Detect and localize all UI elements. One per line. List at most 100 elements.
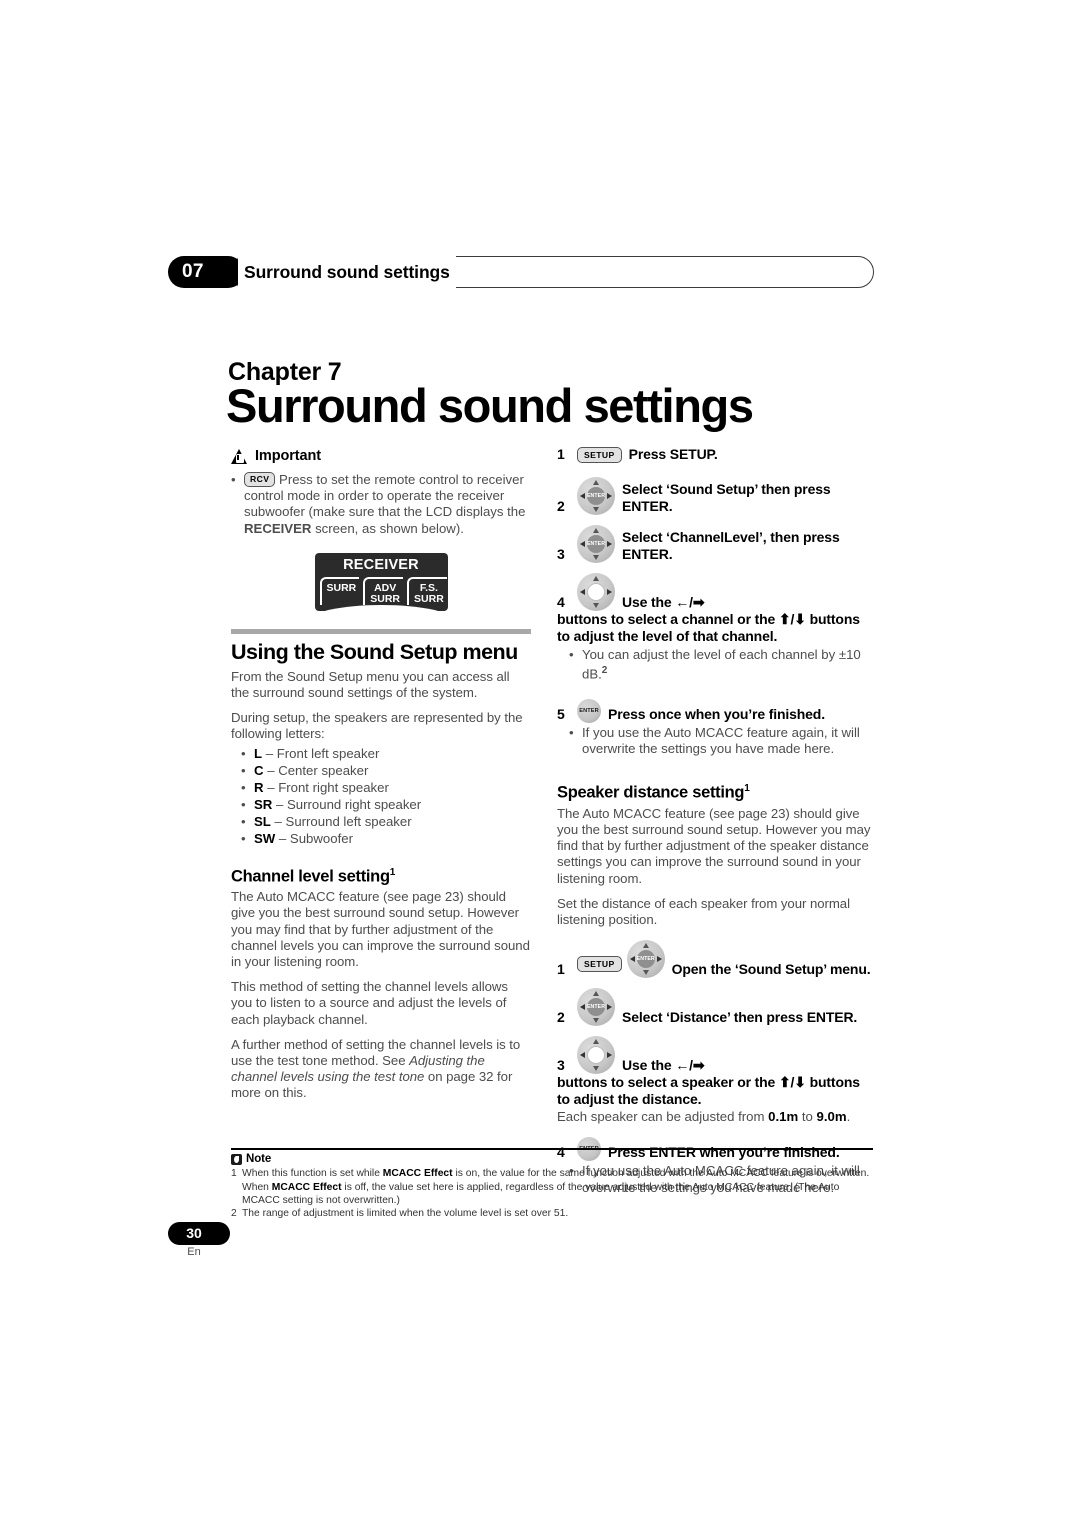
step-icon-group: ENTER (577, 525, 615, 563)
enter-hub-label: ENTER (587, 487, 605, 505)
step-text: Use the ←/➡ (622, 594, 705, 611)
list-item: • C – Center speaker (241, 762, 369, 778)
list-item: • L – Front left speaker (241, 745, 380, 761)
nav-pad-enter-icon: ENTER (577, 477, 615, 515)
sound-setup-para-2: During setup, the speakers are represent… (231, 710, 523, 742)
note-heading: Note (231, 1153, 873, 1165)
note-label: Note (246, 1153, 272, 1166)
speaker-letter-list: • L – Front left speaker • C – Center spea… (231, 745, 531, 847)
list-item: • SW – Subwoofer (241, 830, 353, 846)
lcd-tab-row: SURR ADV SURR F.S. SURR (319, 576, 447, 605)
step-text-continued: buttons to select a channel or the ⬆/⬇ b… (557, 611, 873, 645)
speaker-distance-heading: Speaker distance setting1 (557, 779, 873, 803)
lcd-tab-adv-surr: ADV SURR (363, 576, 404, 605)
step-icon-group: ENTER (577, 477, 615, 515)
channel-level-heading-text: Channel level setting (231, 867, 390, 886)
step-text-b: buttons to select a speaker or the (557, 1074, 779, 1091)
arrow-left-icon: ← (675, 594, 690, 610)
footnote-ref-1: 1 (389, 866, 396, 878)
setup-key-icon: SETUP (577, 447, 622, 463)
speaker-code: SR (254, 796, 273, 812)
distance-note-a: Each speaker can be adjusted from (557, 1109, 769, 1125)
bullet-marker: • (231, 472, 236, 487)
enter-hub-label: ENTER (587, 535, 605, 553)
step-number: 5 (557, 705, 565, 722)
speaker-desc: – Subwoofer (275, 830, 353, 846)
lcd-tab-surr-label: SURR (326, 581, 357, 594)
step-distance-2: 2 ENTER Select ‘Distance’ then press ENT… (557, 988, 873, 1027)
footnotes-divider (231, 1148, 873, 1151)
footnote-item-2: 2 The range of adjustment is limited whe… (231, 1207, 873, 1220)
speaker-code: SW (254, 830, 276, 846)
important-heading: Important (231, 446, 531, 464)
step-text: Select ‘Distance’ then press ENTER. (622, 1009, 858, 1026)
footnote-item-1: 1 When this function is set while MCACC … (231, 1167, 873, 1207)
step-distance-1: 1 SETUP ENTER Open the ‘Sound Setup’ men… (557, 940, 873, 979)
speaker-desc: – Surround right speaker (272, 796, 422, 812)
distance-note-mid: to (798, 1109, 817, 1125)
lcd-tab-adv-line2: SURR (370, 592, 401, 605)
step-number: 1 (557, 446, 565, 462)
step-number: 3 (557, 1057, 565, 1074)
arrow-up-icon: ⬆ (778, 1074, 791, 1091)
channel-level-section: Channel level setting1 The Auto MCACC fe… (231, 863, 531, 1102)
left-column: Important • RCV Press to set the remote … (231, 446, 531, 1111)
distance-range-note: Each speaker can be adjusted from 0.1m t… (557, 1109, 873, 1125)
step-channel-1: 1 SETUP Press SETUP. (557, 446, 873, 463)
nav-pad-hollow-icon (577, 1036, 615, 1075)
lcd-screen: RECEIVER SURR ADV SURR F.S. SURR (314, 552, 448, 611)
nav-pad-enter-icon: ENTER (626, 940, 665, 979)
step-text: Press SETUP. (628, 446, 718, 462)
footnote-bold-2: MCACC Effect (271, 1181, 342, 1193)
right-column: 1 SETUP Press SETUP. 2 ENTER Select ‘Sou… (557, 446, 873, 1200)
running-header: 07 Surround sound settings (168, 256, 874, 288)
enter-hub-label: ENTER (636, 950, 655, 969)
running-header-title: Surround sound settings (238, 256, 456, 288)
list-item: • SL – Surround left speaker (241, 813, 412, 829)
step-sub-text: If you use the Auto MCACC feature again,… (582, 724, 860, 756)
step-number: 3 (557, 546, 565, 562)
step-text-a: Use the (622, 1057, 676, 1074)
footnote-text: The range of adjustment is limited when … (242, 1208, 569, 1219)
speaker-desc: – Center speaker (263, 762, 369, 778)
lcd-tab-fs-surr: F.S. SURR (407, 576, 447, 605)
distance-max-value: 9.0m (816, 1109, 847, 1125)
arrow-right-icon: ➡ (692, 594, 705, 610)
page-number-badge: 30 (168, 1222, 230, 1245)
speaker-code: R (254, 779, 264, 795)
nav-pad-enter-icon: ENTER (577, 988, 615, 1027)
rcv-key-icon: RCV (244, 471, 276, 487)
warning-triangle-icon (231, 448, 248, 464)
step-channel-2: 2 ENTER Select ‘Sound Setup’ then press … (557, 477, 873, 515)
lcd-title: RECEIVER (343, 556, 419, 573)
step-icon-group (577, 573, 615, 611)
distance-min-value: 0.1m (768, 1109, 799, 1125)
footnote-ref-1: 1 (744, 783, 750, 795)
step-number: 4 (557, 594, 565, 610)
step-text: Select ‘Sound Setup’ then press ENTER. (622, 481, 831, 514)
footnote-number: 2 (231, 1208, 237, 1219)
channel-level-para-3: A further method of setting the channel … (231, 1037, 531, 1102)
footnotes-block: Note 1 When this function is set while M… (231, 1148, 873, 1220)
arrow-down-icon: ⬇ (794, 1074, 806, 1091)
step-icon-group: SETUP ENTER (577, 940, 665, 979)
step-distance-3: 3 Use the ←/➡ buttons to select a speake… (557, 1036, 873, 1125)
step-icon-group: ENTER (577, 988, 615, 1027)
list-item: • SR – Surround right speaker (241, 796, 422, 812)
step-text-continued: buttons to select a speaker or the ⬆/⬇ b… (557, 1074, 873, 1108)
page-language-code: En (187, 1246, 201, 1258)
step-icon-group (577, 1036, 615, 1075)
step-text: Press once when you’re finished. (608, 705, 825, 722)
step-text-b: buttons to select a channel or the (557, 611, 779, 627)
document-page: 07 Surround sound settings Chapter 7 Sur… (0, 0, 1080, 1528)
receiver-lcd-figure: RECEIVER SURR ADV SURR F.S. SURR (231, 552, 531, 611)
chapter-number-badge: 07 (168, 256, 244, 288)
footnote-number: 1 (231, 1168, 237, 1180)
speaker-desc: – Front right speaker (263, 779, 389, 795)
important-bullet: • RCV Press to set the remote control to… (231, 471, 531, 537)
important-text-part2: screen, as shown below). (311, 520, 464, 536)
step-number: 2 (557, 1009, 565, 1026)
sound-setup-para-1: From the Sound Setup menu you can access… (231, 668, 510, 701)
step-sub-bullet: • If you use the Auto MCACC feature agai… (569, 725, 873, 757)
footnote-bold-1: MCACC Effect (382, 1168, 453, 1180)
